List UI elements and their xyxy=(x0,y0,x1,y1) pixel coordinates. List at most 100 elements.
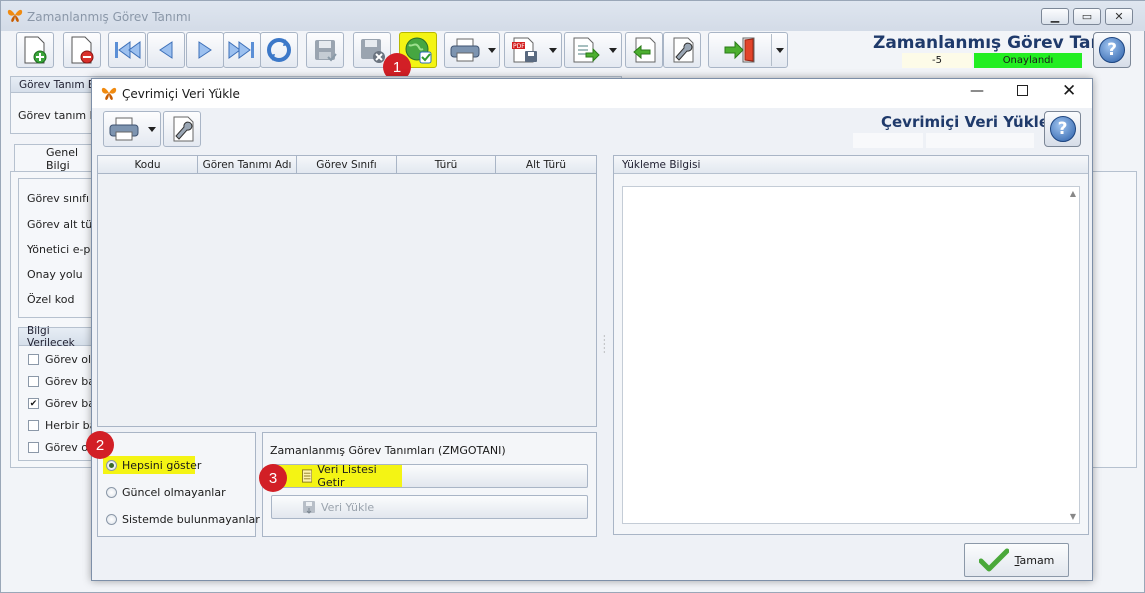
next-record-button[interactable] xyxy=(186,32,224,68)
minimize-button[interactable]: ▁ xyxy=(1041,8,1069,25)
column-header[interactable]: Gören Tanımı Adı xyxy=(198,156,297,173)
ok-button-label: Tamam xyxy=(1014,553,1055,567)
fetch-data-list-button[interactable]: Veri Listesi Getir xyxy=(271,463,588,489)
column-header[interactable]: Alt Türü xyxy=(496,156,596,173)
checkbox[interactable] xyxy=(28,376,39,387)
export-button[interactable] xyxy=(564,32,622,68)
save-load-icon xyxy=(303,501,315,514)
radio-outdated[interactable]: Güncel olmayanlar xyxy=(106,486,226,499)
radio-button[interactable] xyxy=(106,514,117,525)
load-data-button[interactable]: Veri Yükle xyxy=(271,495,588,519)
main-window-title: Zamanlanmış Görev Tanımı xyxy=(27,10,191,24)
notify-header: Bilgi Verilecek xyxy=(19,325,97,349)
delete-record-button[interactable] xyxy=(63,32,101,68)
cancel-save-icon xyxy=(361,39,385,63)
radio-button-selected[interactable] xyxy=(106,460,117,471)
main-title-bar: Zamanlanmış Görev Tanımı ▁ ▭ ✕ xyxy=(1,1,1145,31)
scroll-up-icon[interactable]: ▲ xyxy=(1070,189,1076,198)
delete-record-icon xyxy=(71,36,94,64)
grid-header: Kodu Gören Tanımı Adı Görev Sınıfı Türü … xyxy=(98,156,596,174)
column-header[interactable]: Kodu xyxy=(98,156,198,173)
close-icon: ✕ xyxy=(1062,81,1077,101)
tools-icon xyxy=(173,116,194,142)
radio-label: Hepsini göster xyxy=(122,459,202,472)
load-info-textarea[interactable]: ▲ ▼ xyxy=(622,186,1080,524)
minimize-icon: — xyxy=(970,83,984,99)
pdf-export-button[interactable]: PDF xyxy=(504,32,562,68)
exit-button[interactable] xyxy=(708,32,788,68)
checkmark-icon xyxy=(978,548,1009,572)
app-logo-icon xyxy=(7,8,23,26)
column-header[interactable]: Türü xyxy=(397,156,496,173)
radio-not-in-system[interactable]: Sistemde bulunmayanlar xyxy=(106,513,260,526)
dialog-tools-button[interactable] xyxy=(163,111,201,147)
restore-icon: ▭ xyxy=(1081,10,1093,23)
scroll-down-icon[interactable]: ▼ xyxy=(1070,512,1076,521)
checkbox-checked[interactable]: ✔ xyxy=(28,398,39,409)
new-record-button[interactable] xyxy=(16,32,54,68)
radio-show-all[interactable]: Hepsini göster xyxy=(106,459,201,472)
close-button[interactable]: ✕ xyxy=(1105,8,1133,25)
checkbox[interactable] xyxy=(28,420,39,431)
minimize-icon: ▁ xyxy=(1050,10,1060,23)
dialog-close-button[interactable]: ✕ xyxy=(1062,81,1076,101)
refresh-button[interactable] xyxy=(260,32,298,68)
field-label: Onay yolu xyxy=(27,268,83,281)
notify-check-row[interactable]: Görev ot xyxy=(28,441,92,454)
new-record-icon xyxy=(24,36,47,64)
action-group-title: Zamanlanmış Görev Tanımları (ZMGOTANI) xyxy=(270,444,506,457)
restore-button[interactable]: ▭ xyxy=(1073,8,1101,25)
dialog-minimize-button[interactable]: — xyxy=(970,83,984,99)
checkbox[interactable] xyxy=(28,442,39,453)
help-button[interactable]: ? xyxy=(1093,32,1131,68)
first-record-icon xyxy=(115,41,141,59)
load-info-panel: Yükleme Bilgisi ▲ ▼ xyxy=(613,155,1089,535)
fetch-button-label: Veri Listesi Getir xyxy=(317,463,377,489)
status-badge: Onaylandı xyxy=(974,53,1082,68)
notify-check-row[interactable]: ✔ Görev baş xyxy=(28,397,101,410)
load-info-header: Yükleme Bilgisi xyxy=(614,156,1088,174)
step-badge-3: 3 xyxy=(259,464,287,492)
dialog-status-left xyxy=(853,133,923,148)
previous-record-icon xyxy=(159,41,173,59)
status-number: -5 xyxy=(902,53,972,68)
splitter-grip-icon[interactable]: · · · · · xyxy=(603,333,606,357)
previous-record-button[interactable] xyxy=(147,32,185,68)
radio-label: Sistemde bulunmayanlar xyxy=(122,513,260,526)
export-icon xyxy=(573,37,600,63)
dialog-title: Çevrimiçi Veri Yükle xyxy=(122,87,240,101)
save-button[interactable] xyxy=(306,32,344,68)
tools-button[interactable] xyxy=(663,32,701,68)
notify-check-row[interactable]: Görev baş xyxy=(28,375,101,388)
radio-button[interactable] xyxy=(106,487,117,498)
step-badge-2: 2 xyxy=(86,431,114,459)
tab-general-info[interactable]: Genel Bilgi xyxy=(14,144,99,172)
chevron-down-icon xyxy=(148,126,156,132)
dialog-maximize-button[interactable] xyxy=(1017,85,1028,96)
load-button-label: Veri Yükle xyxy=(321,500,375,514)
dialog-print-button[interactable] xyxy=(103,111,161,147)
help-icon: ? xyxy=(1099,37,1125,63)
checkbox[interactable] xyxy=(28,354,39,365)
print-icon xyxy=(450,38,479,62)
records-grid[interactable]: Kodu Gören Tanımı Adı Görev Sınıfı Türü … xyxy=(97,155,597,427)
column-header[interactable]: Görev Sınıfı xyxy=(297,156,397,173)
next-record-icon xyxy=(198,41,212,59)
dialog-status-right xyxy=(926,133,1034,148)
chevron-down-icon xyxy=(548,47,557,53)
radio-label: Güncel olmayanlar xyxy=(122,486,226,499)
field-label: Özel kod xyxy=(27,293,75,306)
print-button[interactable] xyxy=(444,32,500,68)
dialog-header-title: Çevrimiçi Veri Yükle xyxy=(881,113,1049,131)
chevron-down-icon xyxy=(608,47,617,53)
dialog-help-button[interactable]: ? xyxy=(1044,111,1081,147)
first-record-button[interactable] xyxy=(108,32,146,68)
close-icon: ✕ xyxy=(1114,10,1124,23)
print-icon xyxy=(109,117,139,141)
ok-button[interactable]: Tamam xyxy=(964,543,1069,577)
chevron-down-icon xyxy=(776,48,784,53)
import-button[interactable] xyxy=(625,32,663,68)
last-record-icon xyxy=(228,41,254,59)
dialog-title-bar: Çevrimiçi Veri Yükle — ✕ xyxy=(92,79,1092,108)
last-record-button[interactable] xyxy=(223,32,261,68)
